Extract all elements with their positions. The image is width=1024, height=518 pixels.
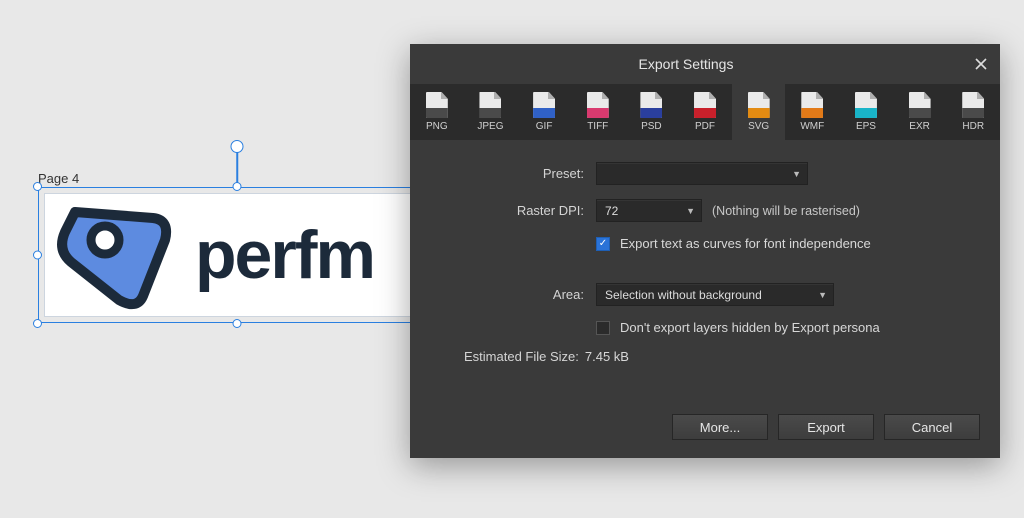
export-settings-dialog: Export Settings PNG JPEG GIF TIFF PSD PDF SVG W… [410,44,1000,458]
file-wmf-icon [801,92,823,118]
resize-handle-tl[interactable] [33,182,42,191]
file-pdf-icon [694,92,716,118]
row-preset: Preset: ▼ [436,162,974,185]
format-tab-jpeg[interactable]: JPEG [464,84,518,140]
format-tab-label: GIF [536,121,553,132]
format-tab-label: EPS [856,121,876,132]
row-hidden-layers: Don't export layers hidden by Export per… [436,320,974,335]
dialog-title: Export Settings [410,56,962,72]
dpi-label: Raster DPI: [436,203,596,218]
dialog-footer: More... Export Cancel [672,414,980,440]
format-tab-png[interactable]: PNG [410,84,464,140]
chevron-down-icon: ▼ [818,290,827,300]
chevron-down-icon: ▼ [792,169,801,179]
file-png-icon [426,92,448,118]
row-filesize: Estimated File Size: 7.45 kB [436,349,974,364]
close-icon [975,58,987,70]
chevron-down-icon: ▼ [686,206,695,216]
dpi-dropdown[interactable]: 72 ▼ [596,199,702,222]
dpi-note: (Nothing will be rasterised) [712,204,860,218]
filesize-label: Estimated File Size: [436,349,585,364]
file-svg-icon [748,92,770,118]
export-text-checkbox[interactable]: ✓ [596,237,610,251]
format-tab-tiff[interactable]: TIFF [571,84,625,140]
format-tab-label: SVG [748,121,769,132]
format-tab-hdr[interactable]: HDR [946,84,1000,140]
file-jpeg-icon [479,92,501,118]
rotate-stem [236,149,238,183]
rotate-handle[interactable] [231,140,244,153]
file-psd-icon [640,92,662,118]
cancel-button[interactable]: Cancel [884,414,980,440]
resize-handle-tm[interactable] [233,182,242,191]
export-button[interactable]: Export [778,414,874,440]
format-tab-label: JPEG [477,121,503,132]
file-tiff-icon [587,92,609,118]
dpi-value: 72 [605,204,618,218]
resize-handle-bl[interactable] [33,319,42,328]
format-tab-label: PDF [695,121,715,132]
dialog-titlebar: Export Settings [410,44,1000,84]
selected-object[interactable]: perfm [38,187,436,323]
resize-handle-ml[interactable] [33,251,42,260]
preset-dropdown[interactable]: ▼ [596,162,808,185]
file-gif-icon [533,92,555,118]
preset-label: Preset: [436,166,596,181]
row-dpi: Raster DPI: 72 ▼ (Nothing will be raster… [436,199,974,222]
format-tab-exr[interactable]: EXR [893,84,947,140]
format-tab-label: TIFF [587,121,608,132]
format-tab-wmf[interactable]: WMF [785,84,839,140]
format-tab-label: EXR [909,121,930,132]
file-hdr-icon [962,92,984,118]
row-export-text: ✓ Export text as curves for font indepen… [436,236,974,251]
close-button[interactable] [962,44,1000,84]
row-area: Area: Selection without background ▼ [436,283,974,306]
area-label: Area: [436,287,596,302]
file-exr-icon [909,92,931,118]
selection-outline [38,187,436,323]
page-label: Page 4 [38,171,79,186]
area-value: Selection without background [605,288,762,302]
format-tab-label: HDR [962,121,984,132]
area-dropdown[interactable]: Selection without background ▼ [596,283,834,306]
dialog-body: Preset: ▼ Raster DPI: 72 ▼ (Nothing will… [410,140,1000,392]
filesize-value: 7.45 kB [585,349,629,364]
format-tabs: PNG JPEG GIF TIFF PSD PDF SVG WMF EPS EXR HDR [410,84,1000,140]
format-tab-label: WMF [800,121,824,132]
file-eps-icon [855,92,877,118]
format-tab-psd[interactable]: PSD [625,84,679,140]
hidden-layers-checkbox[interactable] [596,321,610,335]
export-text-label: Export text as curves for font independe… [620,236,871,251]
format-tab-label: PSD [641,121,662,132]
resize-handle-bm[interactable] [233,319,242,328]
format-tab-gif[interactable]: GIF [517,84,571,140]
format-tab-label: PNG [426,121,448,132]
format-tab-eps[interactable]: EPS [839,84,893,140]
hidden-layers-label: Don't export layers hidden by Export per… [620,320,880,335]
format-tab-svg[interactable]: SVG [732,84,786,140]
format-tab-pdf[interactable]: PDF [678,84,732,140]
more-button[interactable]: More... [672,414,768,440]
